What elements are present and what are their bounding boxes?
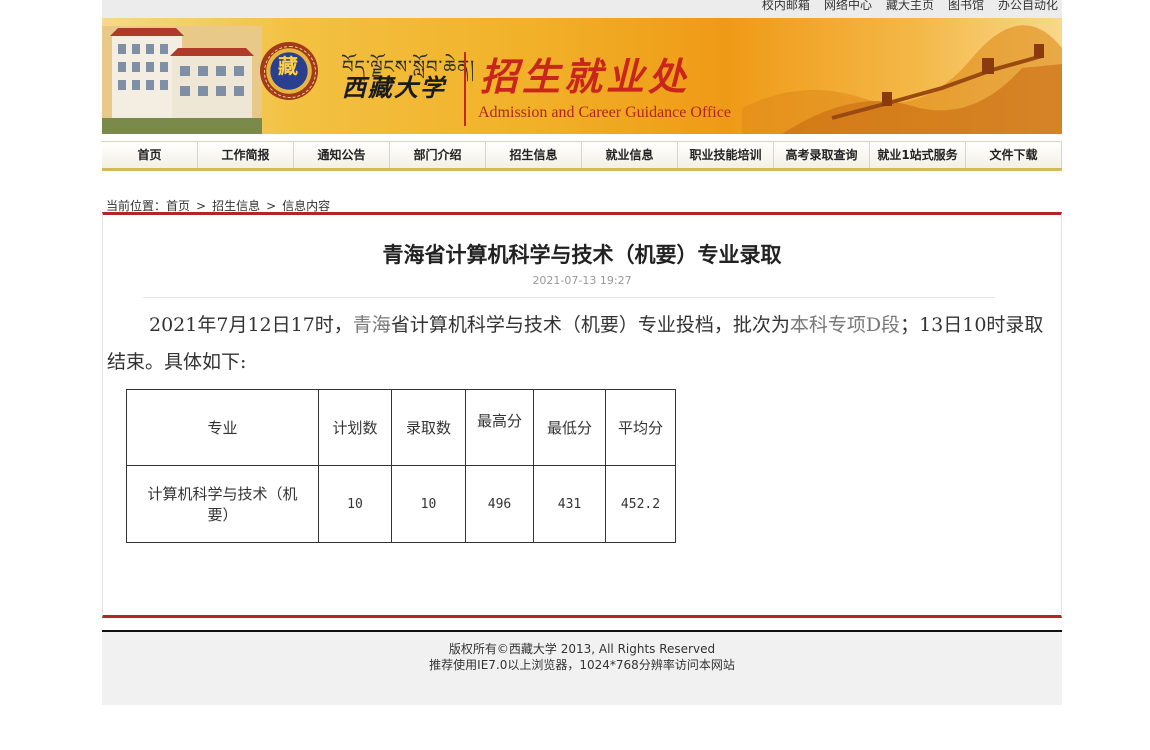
nav-item-department[interactable]: 部门介绍 [390, 142, 486, 168]
para-text-2: 省计算机科学与技术（机要）专业投档，批次为 [390, 314, 790, 336]
top-link-university-home[interactable]: 藏大主页 [886, 0, 934, 13]
table-row: 计算机科学与技术（机要） 10 10 496 431 452.2 [126, 465, 676, 543]
table-cell: 452.2 [605, 465, 676, 543]
campus-building-image [102, 26, 262, 134]
admission-score-table: 专业 计划数 录取数 最高分 最低分 平均分 计算机科学与技术（机要） 10 1… [126, 389, 676, 543]
para-province: 青海 [352, 314, 391, 336]
breadcrumb-admission-info[interactable]: 招生信息 [212, 199, 260, 213]
great-wall-image [742, 25, 1062, 134]
page: 校内邮箱 网络中心 藏大主页 图书馆 办公自动化 藏 བོད་ལྗོངས་སློ… [102, 0, 1062, 750]
nav-item-gaokao-query[interactable]: 高考录取查询 [774, 142, 870, 168]
table-cell: 10 [318, 465, 392, 543]
article-date: 2021-07-13 19:27 [532, 274, 632, 287]
header-cell: 录取数 [391, 389, 466, 466]
nav-item-notices[interactable]: 通知公告 [294, 142, 390, 168]
nav-item-downloads[interactable]: 文件下载 [966, 142, 1062, 168]
top-link-office-automation[interactable]: 办公自动化 [998, 0, 1058, 13]
breadcrumb-prefix: 当前位置： [106, 199, 167, 213]
para-batch: 本科专项D段 [789, 314, 901, 336]
breadcrumb-separator: > [196, 199, 207, 213]
table-cell: 10 [391, 465, 466, 543]
header-cell: 最高分 [465, 389, 534, 466]
article-title: 青海省计算机科学与技术（机要）专业录取 [382, 243, 782, 267]
header-cell: 平均分 [605, 389, 676, 466]
top-link-mail[interactable]: 校内邮箱 [762, 0, 810, 13]
top-utility-bar: 校内邮箱 网络中心 藏大主页 图书馆 办公自动化 [102, 0, 1062, 18]
header-cell: 专业 [126, 389, 319, 466]
header-cell: 计划数 [318, 389, 392, 466]
nav-item-admission-info[interactable]: 招生信息 [486, 142, 582, 168]
table-cell-major: 计算机科学与技术（机要） [126, 465, 319, 543]
university-name: 西藏大学 [342, 73, 446, 102]
breadcrumb-current: 信息内容 [282, 199, 331, 213]
table-header-row: 专业 计划数 录取数 最高分 最低分 平均分 [126, 389, 676, 466]
office-name-cn: 招生就业处 [480, 54, 691, 99]
nav-item-one-stop-service[interactable]: 就业1站式服务 [870, 142, 966, 168]
banner-divider [464, 52, 466, 126]
title-divider [143, 297, 995, 298]
table-cell: 431 [533, 465, 606, 543]
para-text-1: 2021年7月12日17时， [149, 314, 353, 336]
table-cell: 496 [465, 465, 534, 543]
breadcrumb-separator: > [266, 199, 277, 213]
header-banner: 藏 བོད་ལྗོངས་སློབ་ཆེན། 西藏大学 招生就业处 Admissi… [102, 18, 1062, 134]
seal-glyph: 藏 [278, 54, 298, 78]
nav-item-home[interactable]: 首页 [102, 142, 198, 168]
top-link-library[interactable]: 图书馆 [948, 0, 984, 13]
article-paragraph: 2021年7月12日17时，青海省计算机科学与技术（机要）专业投档，批次为本科专… [107, 307, 1057, 381]
breadcrumb-home[interactable]: 首页 [166, 199, 190, 213]
nav-item-work-brief[interactable]: 工作简报 [198, 142, 294, 168]
top-links: 校内邮箱 网络中心 藏大主页 图书馆 办公自动化 [762, 0, 1058, 13]
footer-copyright: 版权所有©西藏大学 2013, All Rights Reserved [448, 642, 716, 656]
nav-item-employment-info[interactable]: 就业信息 [582, 142, 678, 168]
nav-item-skills-training[interactable]: 职业技能培训 [678, 142, 774, 168]
header-cell: 最低分 [533, 389, 606, 466]
article-container: 青海省计算机科学与技术（机要）专业录取 2021-07-13 19:27 202… [102, 212, 1062, 618]
footer: 版权所有©西藏大学 2013, All Rights Reserved 推荐使用… [102, 632, 1062, 705]
footer-browser-note: 推荐使用IE7.0以上浏览器，1024*768分辨率访问本网站 [429, 658, 735, 672]
top-link-network-center[interactable]: 网络中心 [824, 0, 872, 13]
office-name-en: Admission and Career Guidance Office [478, 104, 731, 121]
main-nav: 首页 工作简报 通知公告 部门介绍 招生信息 就业信息 职业技能培训 高考录取查… [102, 141, 1062, 171]
